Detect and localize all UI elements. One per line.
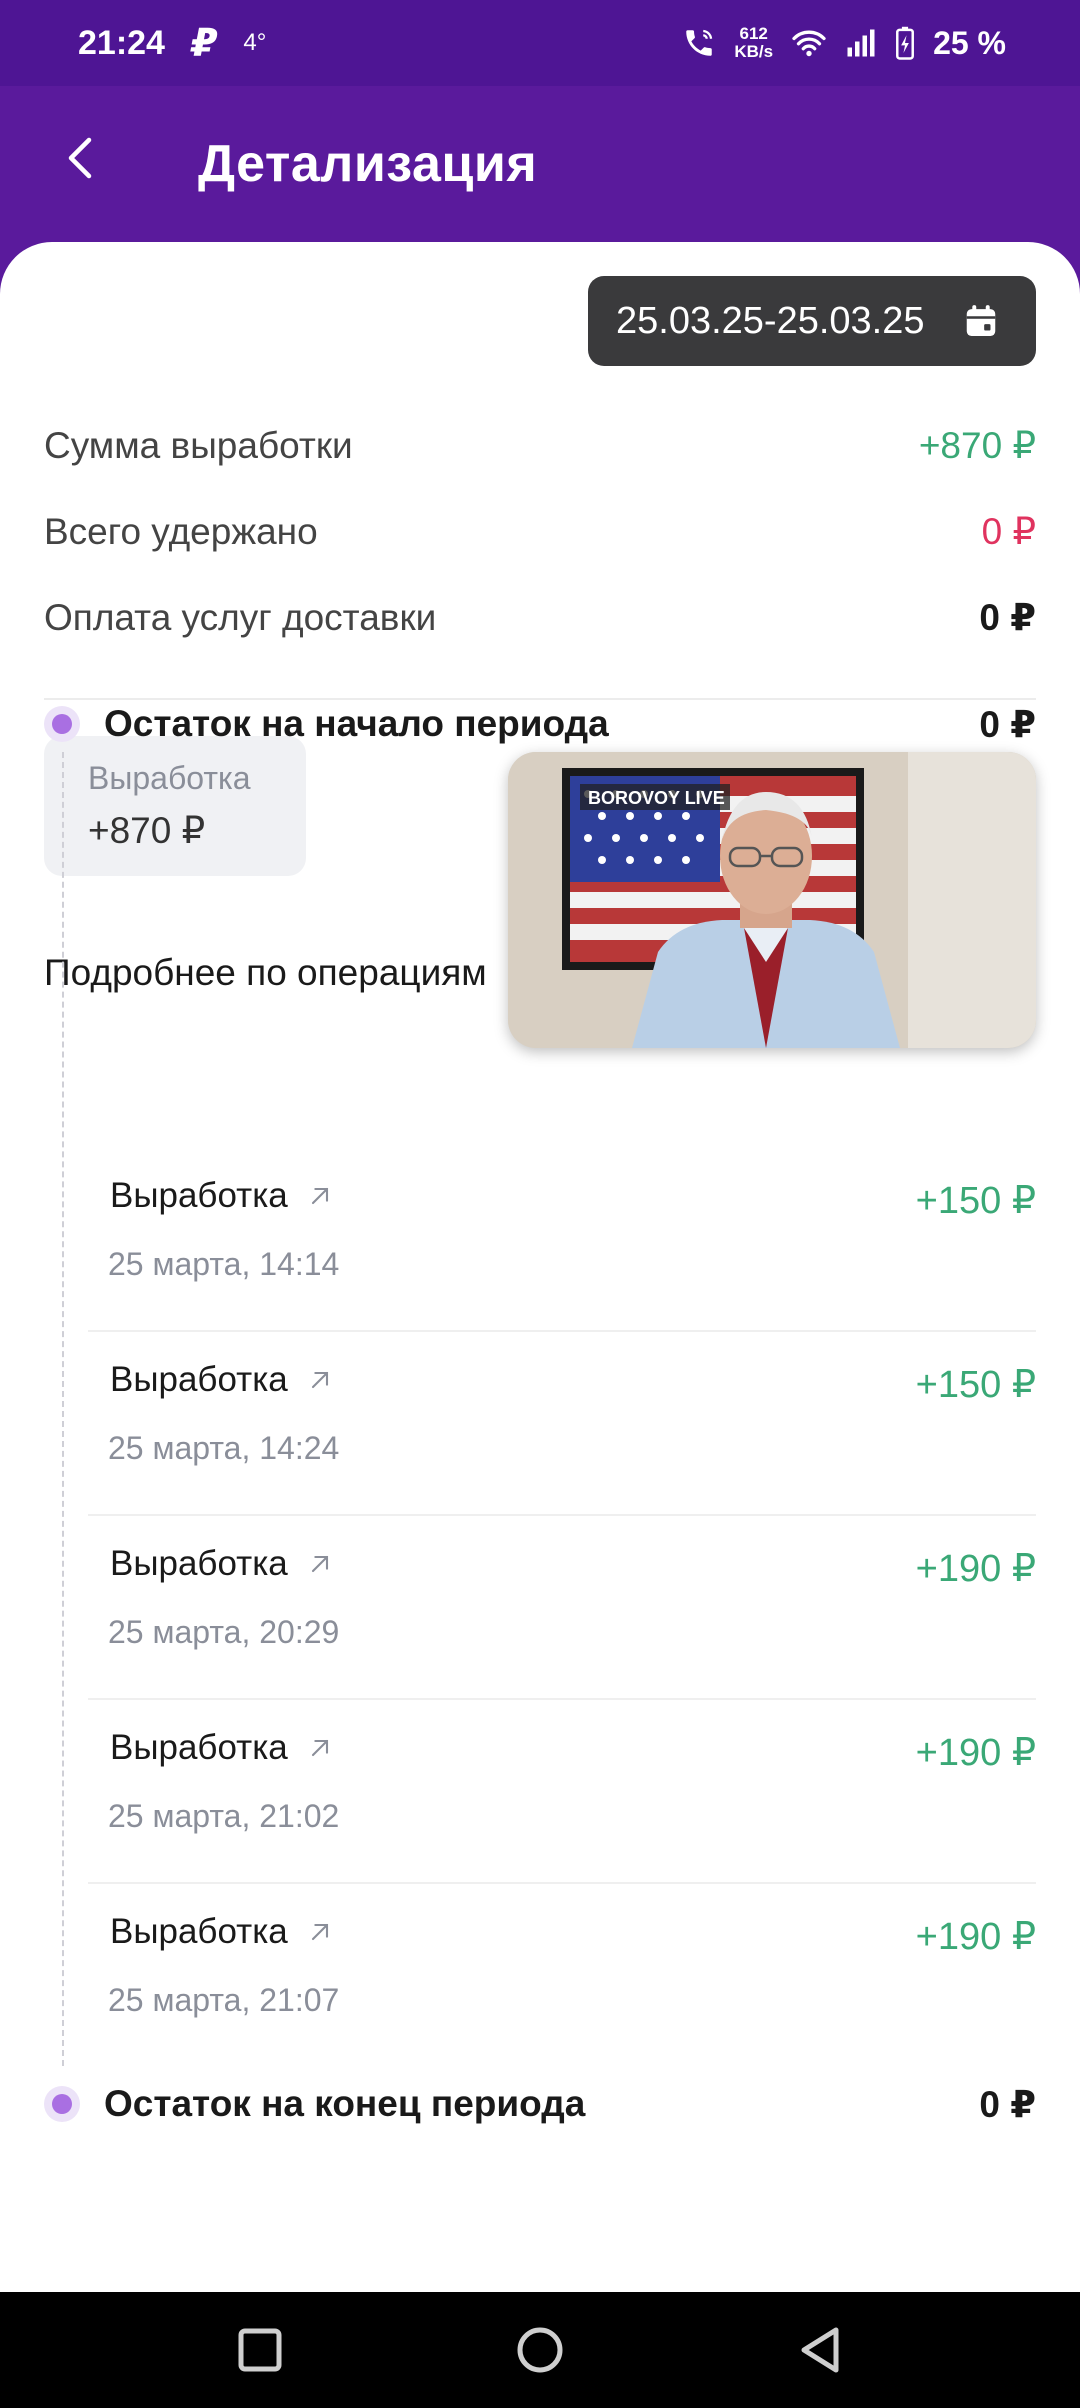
back-button[interactable] [52,130,108,186]
summary-row-withheld: Всего удержано 0 ₽ [44,510,1036,553]
timeline-dot-icon [44,2086,80,2122]
filter-chip-earnings[interactable]: Выработка +870 ₽ [44,736,306,876]
arrow-up-right-icon [311,1739,328,1757]
timeline-dot-icon [44,706,80,742]
home-button[interactable] [508,2318,572,2382]
signal-icon [845,28,877,58]
chip-value: +870 ₽ [88,810,206,851]
summary-row-earnings: Сумма выработки +870 ₽ [44,424,1036,467]
op-amount: +190 ₽ [915,1916,1036,1958]
op-title: Выработка [110,1360,288,1399]
op-time: 25 марта, 14:24 [108,1430,340,1466]
end-balance-row: Остаток на конец периода 0 ₽ [44,2074,1036,2134]
app-bar: Детализация [0,86,1080,250]
op-title: Выработка [110,1176,288,1215]
ruble-app-icon: ₽ [190,22,218,65]
network-speed-unit: KB/s [734,42,774,61]
op-time: 25 марта, 21:07 [108,1982,340,2018]
operations-heading: Подробнее по операциям [44,952,487,993]
battery-percent: 25 % [933,24,1006,61]
arrow-up-right-icon [311,1555,328,1573]
phone-call-icon [682,26,716,60]
list-item[interactable]: Выработка +190 ₽ 25 марта, 20:29 [88,1516,1036,1700]
op-amount: +150 ₽ [915,1364,1036,1406]
date-range-value: 25.03.25-25.03.25 [616,299,925,342]
summary-value: 0 ₽ [981,511,1036,552]
op-time: 25 марта, 21:02 [108,1798,340,1834]
op-time: 25 марта, 14:14 [108,1246,340,1282]
summary-value: +870 ₽ [918,425,1036,466]
summary-label: Оплата услуг доставки [44,596,437,638]
triangle-back-icon [801,2327,839,2373]
date-range-button[interactable]: 25.03.25-25.03.25 [588,276,1036,366]
page-title: Детализация [198,135,538,193]
op-title-row: Выработка [110,1544,334,1584]
end-balance-label: Остаток на конец периода [104,2083,586,2124]
op-title-row: Выработка [110,1912,334,1952]
op-title: Выработка [110,1544,288,1583]
circle-icon [517,2327,563,2373]
status-bar: 21:24 ₽ 4° 612 KB/s 25 % [0,0,1080,86]
op-title: Выработка [110,1728,288,1767]
op-time: 25 марта, 20:29 [108,1614,340,1650]
temperature-indicator: 4° [243,29,267,56]
end-balance-label-wrap: Остаток на конец периода [44,2083,585,2125]
start-balance-row: Остаток на начало периода 0 ₽ [44,694,1036,754]
network-speed: 612 KB/s [734,25,773,61]
timeline-line [62,752,64,2066]
summary-label: Всего удержано [44,510,318,552]
list-item[interactable]: Выработка +150 ₽ 25 марта, 14:24 [88,1332,1036,1516]
op-amount: +190 ₽ [915,1732,1036,1774]
arrow-up-right-icon [311,1923,328,1941]
network-speed-value: 612 [739,24,768,43]
summary-row-delivery-fee: Оплата услуг доставки 0 ₽ [44,596,1036,639]
battery-charging-icon [895,26,915,60]
list-item[interactable]: Выработка +190 ₽ 25 марта, 21:02 [88,1700,1036,1884]
square-icon [238,2328,282,2372]
start-balance-value: 0 ₽ [979,703,1036,745]
op-title-row: Выработка [110,1728,334,1768]
status-time: 21:24 [78,23,165,62]
op-title-row: Выработка [110,1176,334,1216]
summary-label: Сумма выработки [44,424,353,466]
summary-value: 0 ₽ [979,597,1036,638]
pip-video-overlay[interactable]: BOROVOY LIVE [508,752,1036,1048]
chip-label: Выработка [88,760,251,796]
wifi-icon [791,28,827,58]
arrow-up-right-icon [311,1371,328,1389]
list-item[interactable]: Выработка +150 ₽ 25 марта, 14:14 [88,1148,1036,1332]
start-balance-label-wrap: Остаток на начало периода [44,703,609,745]
op-amount: +150 ₽ [915,1180,1036,1222]
start-balance-label: Остаток на начало периода [104,703,609,744]
arrow-up-right-icon [311,1187,328,1205]
status-bar-right: 612 KB/s 25 % [682,25,1006,62]
video-frame-illustration: BOROVOY LIVE [508,752,1036,1048]
video-caption: BOROVOY LIVE [588,788,725,808]
calendar-icon [966,305,996,337]
chevron-left-icon [68,137,92,179]
recent-apps-button[interactable] [228,2318,292,2382]
end-balance-value: 0 ₽ [979,2083,1036,2125]
back-nav-button[interactable] [788,2318,852,2382]
op-title: Выработка [110,1912,288,1951]
list-item[interactable]: Выработка +190 ₽ 25 марта, 21:07 [88,1884,1036,2068]
op-title-row: Выработка [110,1360,334,1400]
status-bar-left: 21:24 ₽ 4° [78,21,266,66]
op-amount: +190 ₽ [915,1548,1036,1590]
system-nav-bar [0,2292,1080,2408]
